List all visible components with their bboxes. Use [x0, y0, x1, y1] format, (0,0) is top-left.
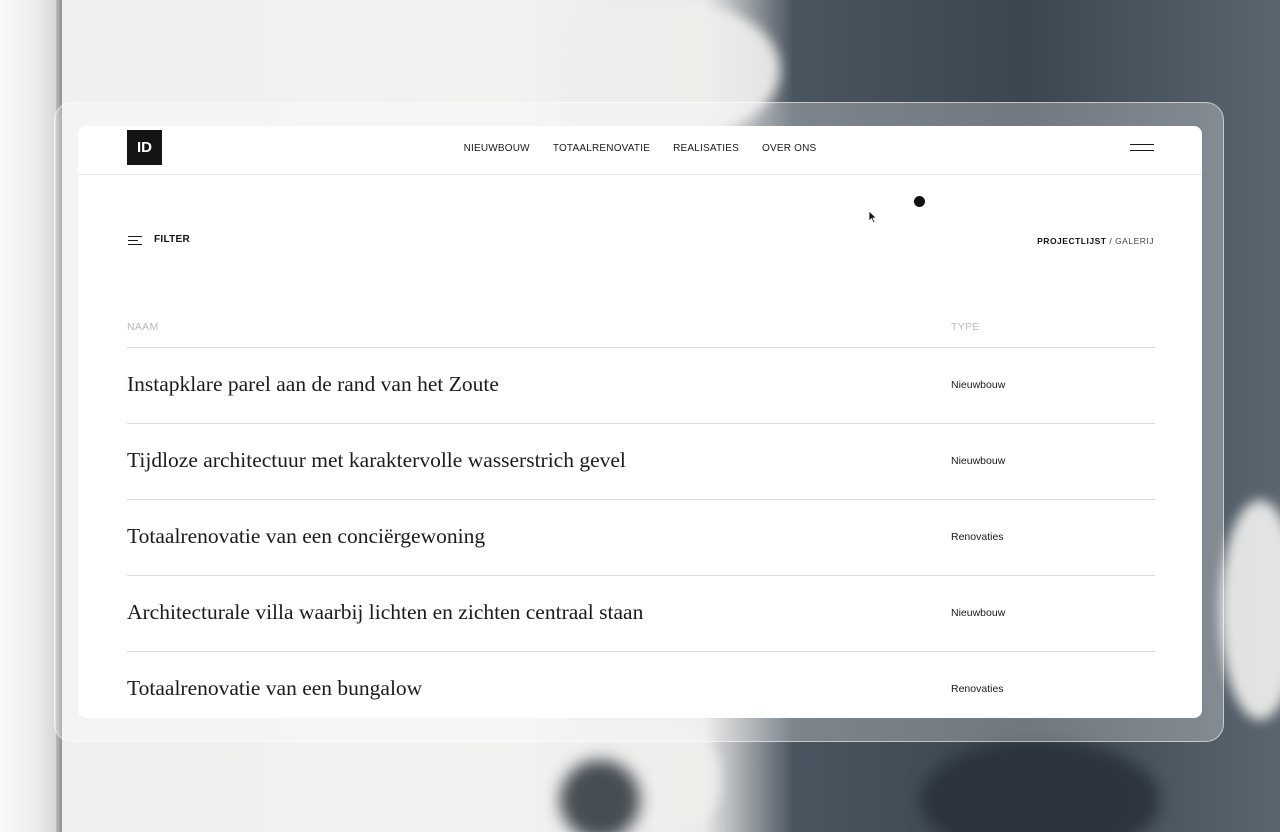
- view-toggle: PROJECTLIJST / GALERIJ: [1037, 236, 1154, 246]
- hamburger-menu-icon[interactable]: [1130, 143, 1154, 153]
- browser-window: ID NIEUWBOUW TOTAALRENOVATIE REALISATIES…: [78, 126, 1202, 718]
- table-header: NAAM TYPE: [127, 314, 1155, 348]
- filter-label: FILTER: [154, 234, 191, 245]
- table-row[interactable]: Totaalrenovatie van een bungalow Renovat…: [127, 652, 1155, 718]
- project-type: Nieuwbouw: [951, 379, 1006, 391]
- nav-link-nieuwbouw[interactable]: NIEUWBOUW: [464, 143, 530, 154]
- project-name: Totaalrenovatie van een conciërgewoning: [127, 524, 486, 548]
- menu-line: [1130, 150, 1154, 151]
- table-row[interactable]: Instapklare parel aan de rand van het Zo…: [127, 348, 1155, 424]
- nav-link-over-ons[interactable]: OVER ONS: [762, 143, 816, 154]
- column-header-type: TYPE: [951, 321, 980, 333]
- table-row[interactable]: Architecturale villa waarbij lichten en …: [127, 576, 1155, 652]
- nav-link-totaalrenovatie[interactable]: TOTAALRENOVATIE: [553, 143, 650, 154]
- table-row[interactable]: Totaalrenovatie van een conciërgewoning …: [127, 500, 1155, 576]
- view-projectlijst[interactable]: PROJECTLIJST: [1037, 236, 1106, 246]
- background-shadow: [920, 740, 1160, 832]
- background-shadow: [560, 760, 640, 832]
- mouse-pointer-icon: [868, 210, 878, 224]
- view-galerij[interactable]: GALERIJ: [1115, 236, 1154, 246]
- filter-button[interactable]: FILTER: [128, 234, 190, 245]
- table-row[interactable]: Tijdloze architectuur met karaktervolle …: [127, 424, 1155, 500]
- project-type: Nieuwbouw: [951, 455, 1006, 467]
- project-name: Architecturale villa waarbij lichten en …: [127, 600, 644, 624]
- main-menu: NIEUWBOUW TOTAALRENOVATIE REALISATIES OV…: [78, 143, 1202, 154]
- project-name: Tijdloze architectuur met karaktervolle …: [127, 448, 626, 472]
- cursor-follower-dot: [914, 196, 925, 207]
- project-name: Instapklare parel aan de rand van het Zo…: [127, 372, 499, 396]
- project-type: Nieuwbouw: [951, 607, 1006, 619]
- project-type: Renovaties: [951, 683, 1004, 695]
- view-separator: /: [1109, 236, 1113, 246]
- project-type: Renovaties: [951, 531, 1004, 543]
- nav-link-realisaties[interactable]: REALISATIES: [673, 143, 739, 154]
- column-header-naam: NAAM: [127, 321, 159, 333]
- project-name: Totaalrenovatie van een bungalow: [127, 676, 423, 700]
- background-light: [1220, 500, 1280, 720]
- menu-line: [1130, 144, 1154, 145]
- top-navigation: ID NIEUWBOUW TOTAALRENOVATIE REALISATIES…: [78, 126, 1202, 175]
- project-table: NAAM TYPE Instapklare parel aan de rand …: [127, 314, 1155, 718]
- background-wall: [0, 0, 62, 832]
- filter-lines-icon: [128, 235, 142, 245]
